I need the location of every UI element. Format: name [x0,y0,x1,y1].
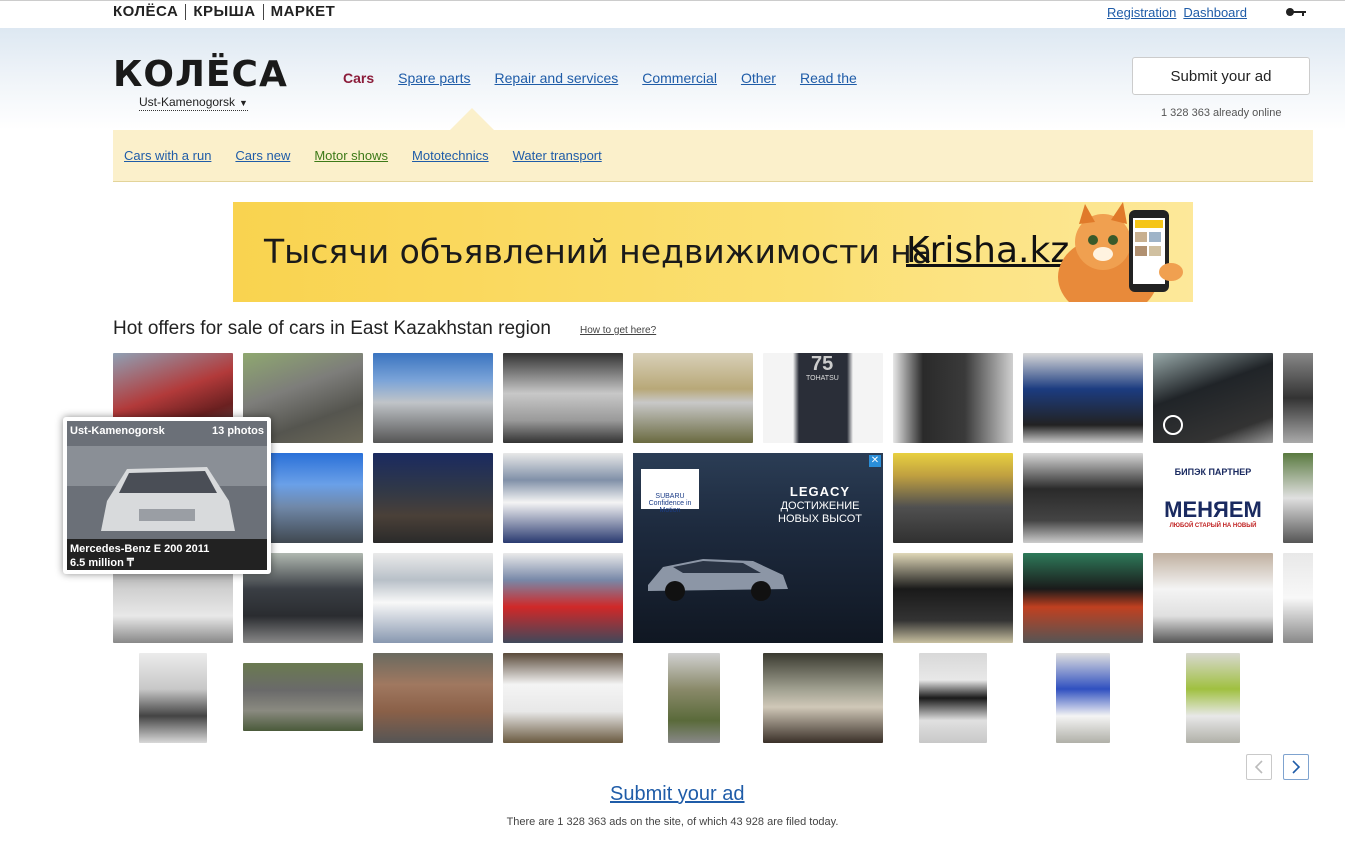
prev-page-button[interactable] [1246,754,1272,780]
offer-tile[interactable] [1153,553,1273,643]
brand-market[interactable]: МАРКЕТ [262,4,343,20]
footer-submit-ad-link[interactable]: Submit your ad [610,783,745,806]
popup-image: Ust-Kamenogorsk 13 photos Mercedes-Benz … [67,421,267,570]
offer-tile[interactable] [1056,653,1110,743]
sub-nav: Cars with a run Cars new Motor shows Mot… [113,108,1313,182]
car-image [648,559,788,601]
site-logo[interactable]: КОЛЁСА [113,54,288,95]
offer-tile[interactable] [503,653,623,743]
how-to-get-here-link[interactable]: How to get here? [580,325,656,336]
offer-tile[interactable] [668,653,720,743]
offer-preview-popup[interactable]: Ust-Kamenogorsk 13 photos Mercedes-Benz … [63,417,271,574]
nav-cars[interactable]: Cars [343,70,374,86]
offer-tile[interactable] [373,453,493,543]
ad-sub1: ДОСТИЖЕНИЕ [780,500,860,512]
close-icon[interactable]: ✕ [869,455,881,467]
offer-tile[interactable] [1186,653,1240,743]
banner-site: Krisha.kz [906,230,1070,271]
nav-spare-parts[interactable]: Spare parts [398,70,470,86]
dashboard-link[interactable]: Dashboard [1183,5,1247,20]
offer-tile[interactable]: БИПЭК ПАРТНЕР МЕНЯЕМ ЛЮБОЙ СТАРЫЙ НА НОВ… [1153,453,1273,543]
popup-price: 6.5 million ₸ [70,557,134,569]
banner-text: Тысячи объявлений недвижимости на [264,232,933,271]
offer-tile[interactable] [503,353,623,443]
popup-photo-count: 13 photos [212,425,264,437]
tile-label: 75 [811,353,834,375]
ads-count-note: There are 1 328 363 ads on the site, of … [506,816,839,828]
chevron-right-icon [1292,760,1301,774]
offer-tile[interactable] [373,553,493,643]
city-name: Ust-Kamenogorsk [139,95,236,109]
chevron-left-icon [1254,760,1263,774]
offer-tile[interactable] [503,553,623,643]
nav-pointer [450,108,494,130]
brand-kolesa[interactable]: КОЛЁСА [113,4,185,20]
offer-tile[interactable] [1023,353,1143,443]
key-icon[interactable] [1285,7,1307,17]
hot-offers-title: Hot offers for sale of cars in East Kaza… [113,318,551,339]
subaru-logo: SUBARU Confidence in Motion [641,469,699,514]
online-count: 1 328 363 already online [1161,107,1282,119]
tile-label: TOHATSU [806,375,839,382]
sub-nav-links: Cars with a run Cars new Motor shows Mot… [124,148,602,163]
popup-city: Ust-Kamenogorsk [70,425,165,437]
nav-read[interactable]: Read the [800,70,857,86]
next-page-button[interactable] [1283,754,1309,780]
subnav-water-transport[interactable]: Water transport [513,148,602,163]
offer-tile[interactable] [893,353,1013,443]
tile-label: МЕНЯЕМ [1164,497,1262,522]
caret-down-icon: ▼ [239,97,248,108]
offer-tile[interactable] [373,653,493,743]
offer-tile[interactable] [919,653,987,743]
registration-link[interactable]: Registration [1107,5,1176,20]
top-bar: КОЛЁСА КРЫША МАРКЕТ Registration Dashboa… [0,0,1345,28]
nav-other[interactable]: Other [741,70,776,86]
offer-tile[interactable] [1283,353,1313,443]
offer-tile[interactable] [893,453,1013,543]
check-icon [1163,415,1183,435]
subnav-mototechnics[interactable]: Mototechnics [412,148,489,163]
offer-tile[interactable] [1283,553,1313,643]
offer-tile[interactable] [139,653,207,743]
nav-commercial[interactable]: Commercial [642,70,717,86]
city-selector[interactable]: Ust-Kamenogorsk ▼ [139,95,248,111]
offer-tile[interactable] [1023,453,1143,543]
subnav-cars-used[interactable]: Cars with a run [124,148,211,163]
offer-tile[interactable] [503,453,623,543]
cat-with-phone-image [1058,202,1183,302]
ad-sub2: НОВЫХ ВЫСОТ [778,513,863,525]
subaru-ad[interactable]: ✕ SUBARU Confidence in Motion LEGACY ДОС… [633,453,883,643]
subnav-motor-shows[interactable]: Motor shows [314,148,388,163]
account-links: Registration Dashboard [1107,5,1247,20]
tile-label: БИПЭК ПАРТНЕР [1174,467,1252,477]
site-header: КОЛЁСА Ust-Kamenogorsk ▼ Cars Spare parts… [0,28,1345,130]
offer-tile[interactable] [243,663,363,731]
ad-brand-name: SUBARU [655,493,685,500]
ad-model: LEGACY [789,484,851,499]
nav-repair[interactable]: Repair and services [495,70,619,86]
submit-ad-button[interactable]: Submit your ad [1132,57,1310,95]
subnav-cars-new[interactable]: Cars new [235,148,290,163]
offer-tile[interactable] [763,653,883,743]
main-nav: Cars Spare parts Repair and services Com… [343,70,857,86]
ad-tagline: Confidence in Motion [648,500,692,514]
offer-tile[interactable] [1023,553,1143,643]
popup-title: Mercedes-Benz E 200 2011 [70,543,210,555]
tile-label: ЛЮБОЙ СТАРЫЙ НА НОВЫЙ [1169,523,1257,529]
offer-tile[interactable] [1283,453,1313,543]
offer-tile[interactable] [893,553,1013,643]
offer-tile[interactable] [373,353,493,443]
offer-tile[interactable] [1153,353,1273,443]
krisha-banner[interactable]: Тысячи объявлений недвижимости на Krisha… [233,202,1193,302]
brand-krisha[interactable]: КРЫША [185,4,262,20]
offer-tile[interactable]: 75 TOHATSU [763,353,883,443]
brand-switcher: КОЛЁСА КРЫША МАРКЕТ [113,4,342,20]
ad-headline: LEGACY ДОСТИЖЕНИЕ НОВЫХ ВЫСОТ [778,485,862,526]
offer-tile[interactable] [633,353,753,443]
